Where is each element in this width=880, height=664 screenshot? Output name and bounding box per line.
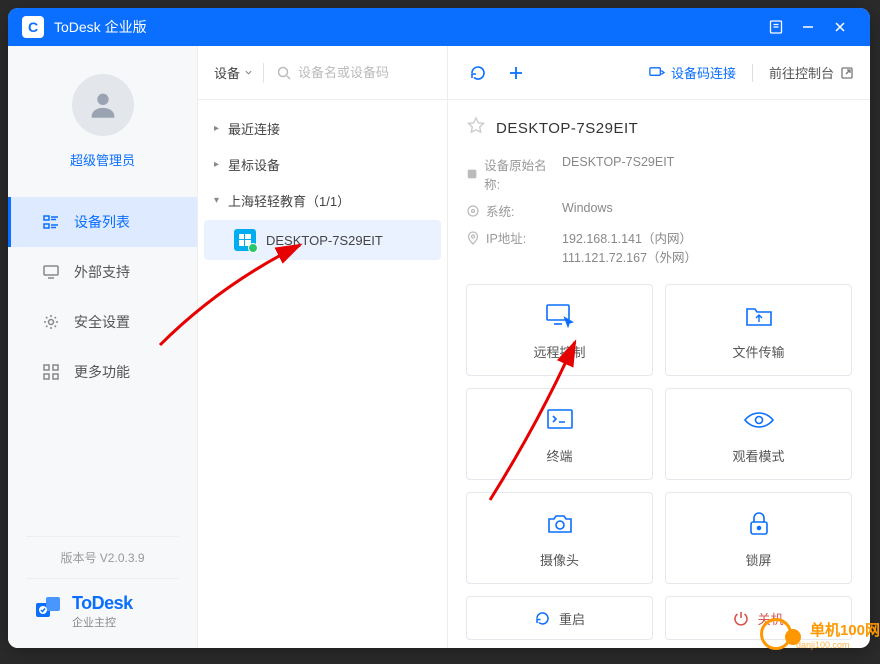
brand-footer: ToDesk 企业主控 <box>8 579 197 648</box>
file-transfer-button[interactable]: 文件传输 <box>665 284 852 376</box>
watermark-name: 单机100网 <box>810 619 880 640</box>
device-tree-panel: 设备 ▸最近连接 ▸星标设备 ▾上海轻轻教育（1/1） DESKTOP-7S2 <box>198 46 448 648</box>
ip-external: 111.121.72.167（外网） <box>562 247 697 266</box>
device-title: DESKTOP-7S29EIT <box>496 120 638 137</box>
power-icon <box>733 610 749 626</box>
card-label: 锁屏 <box>745 550 771 569</box>
brand-logo-icon <box>32 593 64 630</box>
close-button[interactable] <box>824 14 856 40</box>
system-icon <box>466 204 480 218</box>
eye-icon <box>742 404 776 436</box>
app-logo: C <box>22 16 44 38</box>
notes-icon[interactable] <box>760 14 792 40</box>
sidebar: 超级管理员 设备列表 外部支持 安全设置 更多功能 <box>8 46 198 648</box>
goto-console-button[interactable]: 前往控制台 <box>769 63 854 82</box>
footer-label: 重启 <box>559 609 585 628</box>
remote-icon <box>543 300 577 332</box>
folder-icon <box>743 300 775 332</box>
search-input[interactable] <box>270 58 435 88</box>
brand-name: ToDesk <box>72 593 133 614</box>
tree-label: 最近连接 <box>228 119 280 138</box>
terminal-button[interactable]: 终端 <box>466 388 653 480</box>
card-label: 文件传输 <box>732 342 784 361</box>
sidebar-item-label: 安全设置 <box>74 312 130 332</box>
sidebar-item-external[interactable]: 外部支持 <box>8 247 197 297</box>
info-label: 系统: <box>486 201 514 220</box>
remote-control-button[interactable]: 远程控制 <box>466 284 653 376</box>
info-label: 设备原始名称: <box>484 155 552 193</box>
chevron-right-icon: ▸ <box>214 159 222 170</box>
info-label: IP地址: <box>486 228 526 247</box>
brand-subtitle: 企业主控 <box>72 614 133 630</box>
avatar[interactable] <box>72 74 134 136</box>
username: 超级管理员 <box>8 150 197 169</box>
grid-icon <box>42 363 60 381</box>
device-name-label: DESKTOP-7S29EIT <box>266 233 383 248</box>
link-label: 前往控制台 <box>769 63 834 82</box>
gear-icon <box>42 313 60 331</box>
watermark-url: danji100.com <box>796 640 880 650</box>
chevron-right-icon: ▸ <box>214 123 222 134</box>
link-label: 设备码连接 <box>671 63 736 82</box>
tree-item-recent[interactable]: ▸ 最近连接 <box>198 110 447 146</box>
tag-icon <box>466 167 478 181</box>
tree-item-starred[interactable]: ▸ 星标设备 <box>198 146 447 182</box>
sidebar-item-more[interactable]: 更多功能 <box>8 347 197 397</box>
watermark: 单机100网 danji100.com <box>760 618 880 650</box>
watch-mode-button[interactable]: 观看模式 <box>665 388 852 480</box>
tree-item-group[interactable]: ▾ 上海轻轻教育（1/1） <box>198 182 447 218</box>
restart-icon <box>534 610 551 627</box>
add-button[interactable] <box>502 59 530 87</box>
sidebar-item-devices[interactable]: 设备列表 <box>8 197 197 247</box>
star-icon[interactable] <box>466 116 486 141</box>
chevron-down-icon: ▾ <box>214 195 222 206</box>
monitor-icon <box>42 263 60 281</box>
detail-panel: 设备码连接 前往控制台 DESKTOP-7S29EIT 设备原始名称: DESK… <box>448 46 870 648</box>
info-value: Windows <box>562 201 613 215</box>
list-icon <box>42 213 60 231</box>
tree-label: 星标设备 <box>228 155 280 174</box>
lock-screen-button[interactable]: 锁屏 <box>665 492 852 584</box>
sidebar-item-label: 外部支持 <box>74 262 130 282</box>
ip-internal: 192.168.1.141（内网） <box>562 228 697 247</box>
card-label: 终端 <box>546 446 572 465</box>
windows-icon <box>234 229 256 251</box>
lock-icon <box>746 508 772 540</box>
location-icon <box>466 231 480 245</box>
info-value: DESKTOP-7S29EIT <box>562 155 674 169</box>
scope-selector[interactable]: 设备 <box>210 63 257 82</box>
card-label: 远程控制 <box>533 342 585 361</box>
version-label: 版本号 V2.0.3.9 <box>26 536 179 579</box>
device-list-item[interactable]: DESKTOP-7S29EIT <box>204 220 441 260</box>
terminal-icon <box>545 404 575 436</box>
camera-icon <box>545 508 575 540</box>
connect-icon <box>648 64 665 81</box>
scope-label: 设备 <box>214 63 240 82</box>
minimize-button[interactable] <box>792 14 824 40</box>
chevron-down-icon <box>244 68 253 77</box>
device-code-connect-button[interactable]: 设备码连接 <box>648 63 736 82</box>
tree-label: 上海轻轻教育（1/1） <box>228 191 350 210</box>
restart-button[interactable]: 重启 <box>466 596 653 640</box>
camera-button[interactable]: 摄像头 <box>466 492 653 584</box>
sidebar-item-label: 更多功能 <box>74 362 130 382</box>
titlebar: C ToDesk 企业版 <box>8 8 870 46</box>
search-icon <box>276 65 292 81</box>
sidebar-item-security[interactable]: 安全设置 <box>8 297 197 347</box>
window-title: ToDesk 企业版 <box>54 17 760 37</box>
card-label: 摄像头 <box>540 550 579 569</box>
card-label: 观看模式 <box>732 446 784 465</box>
external-link-icon <box>840 66 854 80</box>
sidebar-item-label: 设备列表 <box>74 212 130 232</box>
watermark-logo-icon <box>760 618 792 650</box>
refresh-button[interactable] <box>464 59 492 87</box>
